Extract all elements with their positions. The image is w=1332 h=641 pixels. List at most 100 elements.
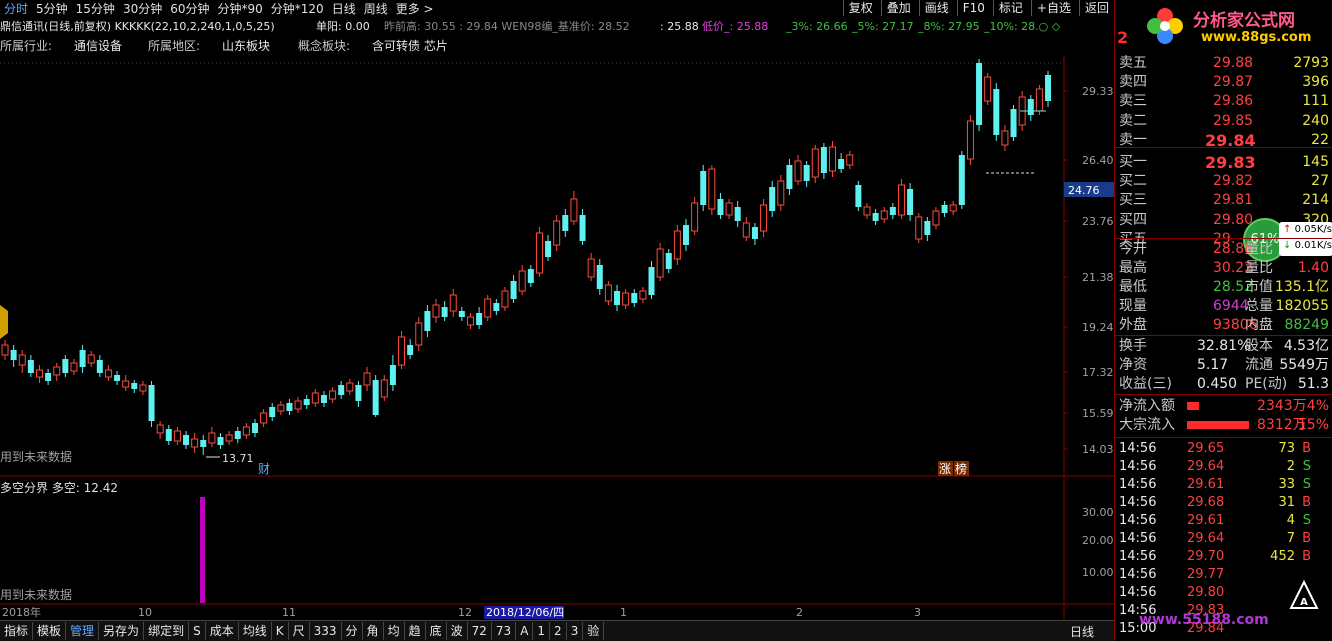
toolbar-button[interactable]: +自选 (1030, 0, 1076, 16)
period-tab[interactable]: 分钟*90 (214, 0, 267, 18)
bottom-button[interactable]: 波 (447, 622, 468, 640)
bottom-button[interactable]: 73 (492, 622, 517, 640)
indicator-info-row: 鼎信通讯(日线,前复权) KKKKK(22,10,2,240,1,0,5,25)… (0, 19, 1064, 35)
bottom-button[interactable]: 均线 (239, 622, 272, 640)
left-scroll-handle[interactable] (0, 305, 8, 339)
stat2-label: 净资 (1119, 357, 1147, 373)
stat-row: 最低 28.52 市值 135.1亿 (1117, 278, 1331, 296)
stat2-value: 5.17 (1197, 357, 1229, 373)
trade-row[interactable]: 14:56 29.68 31 B (1117, 494, 1331, 512)
bottom-button[interactable]: 尺 (289, 622, 310, 640)
candle-body-down (907, 189, 914, 215)
candle-body-up (673, 230, 681, 260)
period-tab[interactable]: 分钟*120 (267, 0, 328, 18)
period-label[interactable]: 日线 (1070, 623, 1094, 640)
candle-body-up (984, 76, 992, 102)
candle-body-down (545, 241, 552, 257)
logo-area: 分析家公式网 www.88gs.com 2 (1115, 0, 1332, 54)
candle-body-down (424, 311, 431, 331)
period-tab[interactable]: 60分钟 (166, 0, 213, 18)
flow-label: 大宗流入 (1119, 417, 1175, 433)
candle-body-down (269, 407, 276, 417)
bottom-button[interactable]: 角 (363, 622, 384, 640)
trade-volume: 2 (1286, 459, 1295, 474)
stat-value-2: 1.40 (1297, 260, 1329, 276)
toolbar-button[interactable]: 标记 (992, 0, 1028, 16)
finance-marker[interactable]: 财 (258, 462, 270, 476)
bottom-button[interactable]: 绑定到 (144, 622, 190, 640)
order-book-row[interactable]: 卖四 29.87 396 (1117, 73, 1331, 92)
bottom-button[interactable]: 验 (583, 622, 605, 640)
period-tab[interactable]: 30分钟 (119, 0, 166, 18)
period-tab[interactable]: 更多 > (392, 0, 438, 18)
ai-logo-icon: A (1289, 580, 1319, 609)
stat2-label: 收益(三) (1119, 376, 1172, 392)
trade-row[interactable]: 14:56 29.70 452 B (1117, 548, 1331, 566)
y-axis-label: 15.59 (1082, 407, 1114, 420)
bottom-button[interactable]: 72 (468, 622, 492, 640)
bottom-button[interactable]: 1 (533, 622, 551, 640)
order-volume: 240 (1302, 112, 1329, 129)
trade-row[interactable]: 14:56 29.64 7 B (1117, 530, 1331, 548)
order-book-row[interactable]: 买二 29.82 27 (1117, 172, 1331, 191)
trade-row[interactable]: 14:56 29.61 4 S (1117, 512, 1331, 530)
toolbar-button[interactable]: 叠加 (880, 0, 916, 16)
candle-body-up (156, 424, 164, 434)
region-value[interactable]: 山东板块 (222, 37, 270, 55)
bottom-button[interactable]: 管理 (66, 622, 100, 640)
bottom-button[interactable]: 模板 (33, 622, 67, 640)
y-axis-label: 21.38 (1082, 271, 1114, 284)
bottom-button[interactable]: K (272, 622, 289, 640)
flower-logo-icon (1147, 8, 1183, 44)
trade-row[interactable]: 14:56 29.64 2 S (1117, 458, 1331, 476)
bottom-button[interactable]: 趋 (405, 622, 426, 640)
order-book-row[interactable]: 卖五 29.88 2793 (1117, 54, 1331, 73)
bottom-button[interactable]: A (516, 622, 534, 640)
order-book-row[interactable]: 卖二 29.85 240 (1117, 112, 1331, 131)
bottom-button[interactable]: 2 (550, 622, 567, 640)
bottom-button[interactable]: 指标 (0, 622, 34, 640)
up-arrow-icon: ↑ (1283, 224, 1292, 235)
trade-row[interactable]: 14:56 29.65 73 B (1117, 440, 1331, 458)
trade-direction: B (1302, 549, 1311, 564)
bottom-button[interactable]: S (189, 622, 206, 640)
bottom-button[interactable]: 底 (426, 622, 447, 640)
watermark-text: www.55188.com (1139, 612, 1269, 628)
candle-body-up (639, 290, 647, 300)
stat-label: 外盘 (1119, 317, 1147, 333)
bottom-button[interactable]: 333 (310, 622, 342, 640)
top-toolbar: 分时 5分钟 15分钟 30分钟 60分钟 分钟*90 分钟*120 日线 周线 更多 > 复权叠… (0, 0, 1114, 18)
toolbar-button[interactable]: 画线 (918, 0, 954, 16)
logo-text: 分析家公式网 (1193, 11, 1295, 31)
order-book-row[interactable]: 买三 29.81 214 (1117, 191, 1331, 210)
period-tab[interactable]: 15分钟 (72, 0, 119, 18)
bottom-button[interactable]: 3 (567, 622, 584, 640)
bottom-button[interactable]: 成本 (206, 622, 239, 640)
order-book-row[interactable]: 卖三 29.86 111 (1117, 92, 1331, 111)
order-label: 卖二 (1119, 112, 1147, 129)
order-book-row[interactable]: 买一 29.83 145 (1117, 153, 1331, 172)
bang-marker[interactable]: 榜 (955, 461, 967, 476)
flow-label: 净流入额 (1119, 398, 1175, 414)
candle-body-down (855, 185, 862, 207)
period-tab[interactable]: 5分钟 (32, 0, 72, 18)
industry-value[interactable]: 通信设备 (74, 37, 122, 55)
candle-body-down (148, 385, 155, 421)
candle-body-up (604, 284, 612, 302)
bottom-button[interactable]: 分 (342, 622, 363, 640)
candle-body-down (79, 350, 86, 367)
zhang-marker[interactable]: 涨 (939, 461, 951, 476)
toolbar-button[interactable]: 返回 (1078, 0, 1114, 16)
period-tab[interactable]: 日线 (328, 0, 360, 18)
toolbar-button[interactable]: F10 (956, 0, 990, 16)
candle-body-up (863, 206, 871, 216)
period-tab[interactable]: 分时 (0, 0, 32, 18)
bottom-button[interactable]: 均 (384, 622, 405, 640)
toolbar-button[interactable]: 复权 (842, 0, 878, 16)
bottom-button[interactable]: 另存为 (99, 622, 145, 640)
concept-value[interactable]: 含可转债 芯片 (372, 37, 448, 55)
trade-row[interactable]: 14:56 29.61 33 S (1117, 476, 1331, 494)
period-tab[interactable]: 周线 (360, 0, 392, 18)
candlestick-chart[interactable]: 29.33 26.40 23.76 21.38 19.24 17.32 15.59 14.03… (0, 55, 1114, 620)
trade-price: 29.80 (1187, 585, 1225, 600)
